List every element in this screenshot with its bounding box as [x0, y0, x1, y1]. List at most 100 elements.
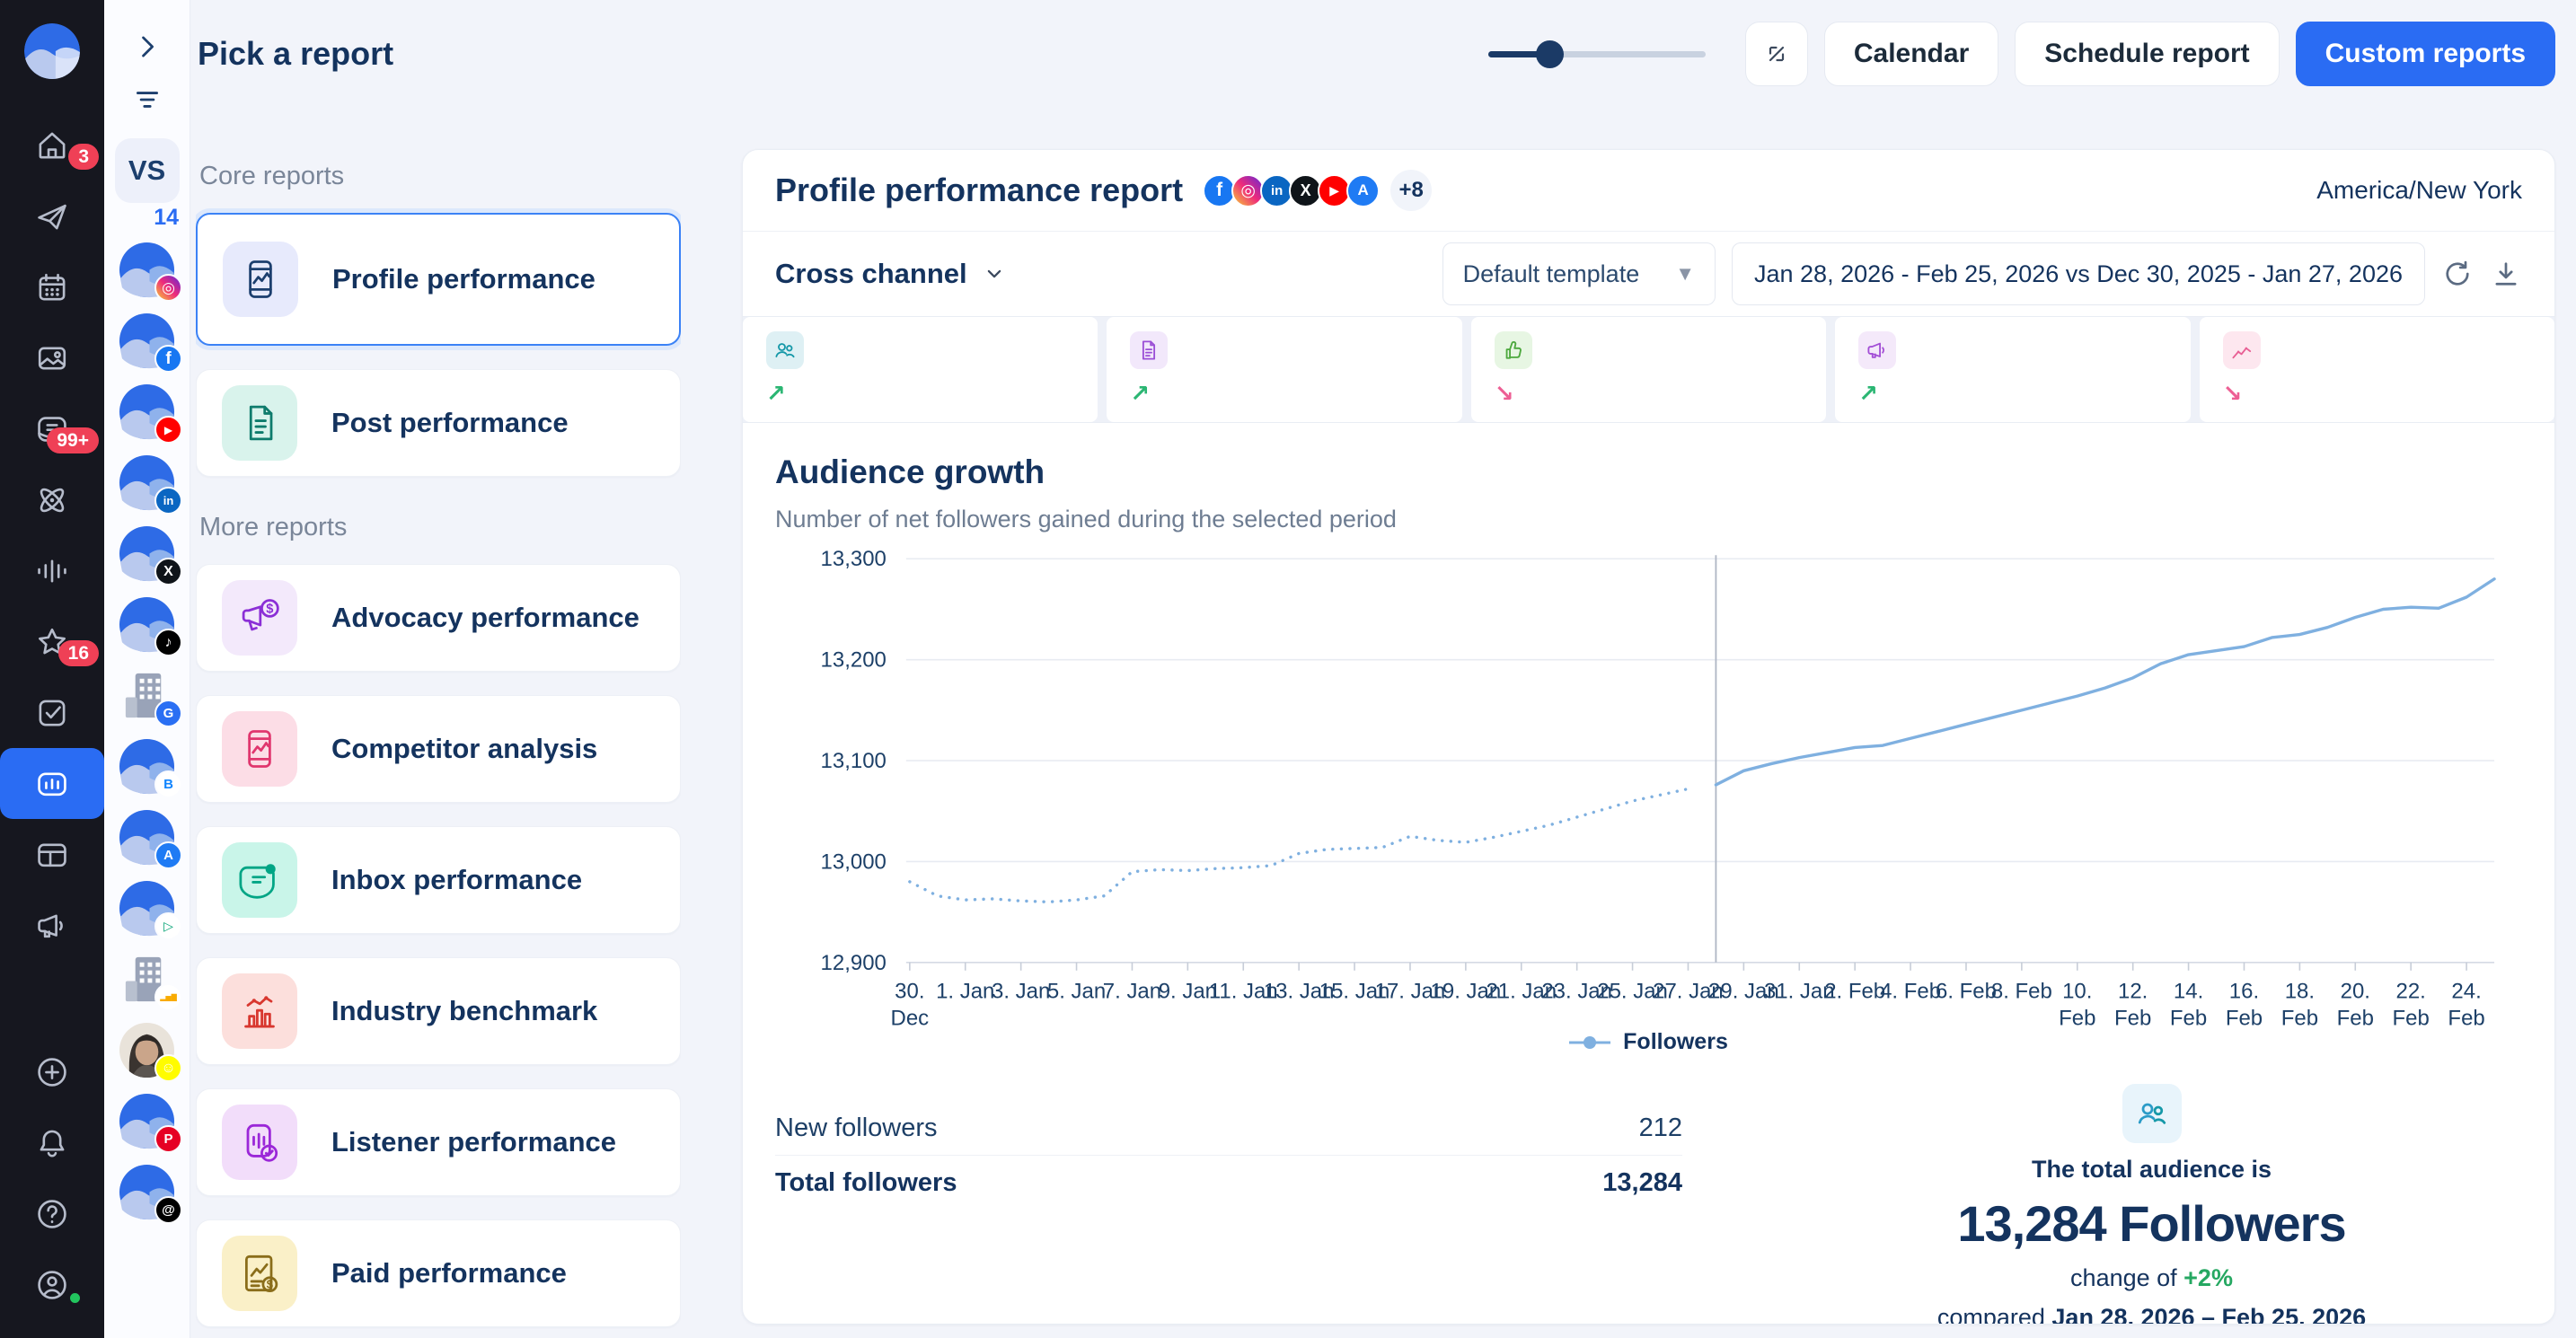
custom-reports-button[interactable]: Custom reports	[2296, 22, 2555, 86]
app-logo[interactable]	[24, 23, 80, 79]
download-icon[interactable]	[2490, 258, 2522, 290]
profile-avatar-x[interactable]: X	[119, 525, 175, 582]
sidebar-item-bell[interactable]	[0, 1107, 104, 1178]
zoom-slider[interactable]	[1488, 22, 1706, 86]
profile-avatar-appstore[interactable]: A	[119, 809, 175, 866]
table-row-value: 13,284	[1602, 1168, 1682, 1198]
trend-up-icon: ↗	[1858, 380, 1878, 408]
sidebar-item-inbox[interactable]: 99+	[0, 393, 104, 464]
youtube-badge-icon: ▶	[154, 416, 182, 444]
table-row-total-followers: Total followers13,284	[775, 1156, 1682, 1210]
report-list-item-post-performance[interactable]: Post performance	[196, 369, 681, 477]
metric-card-posts[interactable]: ↗	[1107, 317, 1461, 422]
sidebar-item-help[interactable]	[0, 1178, 104, 1249]
more-networks-chip[interactable]: +8	[1390, 170, 1432, 211]
phone-chart-icon-tile	[222, 711, 297, 787]
report-main-card: Profile performance report f◎inX▶A +8 Am…	[742, 149, 2555, 1325]
refresh-icon[interactable]	[2441, 258, 2474, 290]
sidebar-item-layout[interactable]	[0, 819, 104, 890]
profile-avatar-instagram[interactable]: ◎	[119, 242, 175, 298]
snapchat-badge-icon: ☺	[154, 1054, 182, 1082]
profile-avatar-bluesky[interactable]: B	[119, 738, 175, 795]
sidebar-item-image[interactable]	[0, 322, 104, 393]
trend-down-icon: ↘	[2223, 380, 2243, 408]
reports-panel: Core reportsProfile performancePost perf…	[196, 108, 681, 1338]
listener-icon	[236, 1119, 283, 1166]
svg-text:10.Feb: 10.Feb	[2059, 980, 2095, 1026]
date-range-picker[interactable]: Jan 28, 2026 - Feb 25, 2026 vs Dec 30, 2…	[1732, 242, 2425, 305]
sidebar-item-megaphone[interactable]	[0, 890, 104, 961]
sidebar-item-check-square[interactable]	[0, 677, 104, 748]
report-controls: Cross channel Default template ▼ Jan 28,…	[743, 232, 2554, 316]
metric-delta: ↗	[1858, 380, 2166, 408]
report-header: Profile performance report f◎inX▶A +8 Am…	[743, 150, 2554, 232]
report-list-item-competitor-analysis[interactable]: Competitor analysis	[196, 695, 681, 803]
collapse-panel-chevron-icon[interactable]	[131, 31, 163, 63]
filter-icon[interactable]	[132, 84, 163, 115]
report-list-item-listener-performance[interactable]: Listener performance	[196, 1088, 681, 1196]
report-item-label: Post performance	[331, 407, 569, 439]
sidebar-item-home[interactable]: 3	[0, 110, 104, 180]
report-item-label: Paid performance	[331, 1257, 567, 1290]
report-item-label: Competitor analysis	[331, 733, 597, 765]
channel-selector[interactable]: Cross channel	[775, 258, 1007, 290]
table-row-label: New followers	[775, 1114, 938, 1143]
svg-text:14.Feb: 14.Feb	[2170, 980, 2207, 1026]
schedule-report-button[interactable]: Schedule report	[2015, 22, 2279, 86]
profile-avatar-facebook[interactable]: f	[119, 312, 175, 369]
slider-thumb[interactable]	[1536, 40, 1564, 68]
threads-badge-icon: @	[154, 1196, 182, 1224]
profile-avatar-google-analytics[interactable]: ▂▅▇	[119, 951, 175, 1008]
sidebar-item-star[interactable]: 16	[0, 606, 104, 677]
report-list-item-industry-benchmark[interactable]: Industry benchmark	[196, 957, 681, 1065]
metric-card-followers[interactable]: ↗	[743, 317, 1098, 422]
metric-card-engagement[interactable]: ↘	[1471, 317, 1826, 422]
appstore-icon[interactable]: A	[1346, 174, 1380, 207]
svg-text:18.Feb: 18.Feb	[2281, 980, 2318, 1026]
profile-avatar-youtube[interactable]: ▶	[119, 383, 175, 440]
report-list-item-paid-performance[interactable]: $ Paid performance	[196, 1219, 681, 1327]
svg-text:13,200: 13,200	[821, 648, 887, 673]
sidebar-item-bar-chart[interactable]	[0, 748, 104, 819]
report-list-item-inbox-performance[interactable]: Inbox performance	[196, 826, 681, 934]
metric-delta: ↘	[2223, 380, 2531, 408]
check-square-icon	[33, 694, 71, 732]
bell-icon	[33, 1124, 71, 1162]
sidebar-item-account[interactable]	[0, 1249, 104, 1320]
followers-table: New followers212Total followers13,284	[775, 1102, 1682, 1210]
paid-icon-tile: $	[222, 1236, 297, 1311]
profile-avatar-snapchat[interactable]: ☺	[119, 1022, 175, 1078]
profile-avatar-googleplay[interactable]: ▷	[119, 880, 175, 937]
megaphone-icon-tile	[1858, 331, 1896, 369]
template-select-value: Default template	[1463, 260, 1640, 288]
table-row-new-followers: New followers212	[775, 1102, 1682, 1156]
expand-button[interactable]	[1745, 22, 1808, 86]
report-item-label: Listener performance	[331, 1126, 616, 1158]
svg-text:$: $	[267, 1278, 274, 1291]
inbox-perf-icon	[236, 857, 283, 903]
profile-avatar-linkedin[interactable]: in	[119, 454, 175, 511]
instagram-badge-icon: ◎	[154, 274, 182, 302]
metric-card-impressions[interactable]: ↘	[2200, 317, 2554, 422]
profile-avatar-pinterest[interactable]: P	[119, 1093, 175, 1149]
report-list-item-profile-performance[interactable]: Profile performance	[196, 213, 681, 346]
sidebar-item-paper-plane[interactable]	[0, 180, 104, 251]
sidebar-item-calendar[interactable]	[0, 251, 104, 322]
sidebar-item-audio-wave[interactable]	[0, 535, 104, 606]
profiles-list: ◎ f ▶ in X ♪ GBA ▷ ▂▅▇ ☺ P @	[119, 242, 175, 1220]
sidebar-item-plus-circle[interactable]	[0, 1036, 104, 1107]
users-icon-tile	[766, 331, 804, 369]
inbox-perf-icon-tile	[222, 842, 297, 918]
sidebar-item-atom[interactable]	[0, 464, 104, 535]
legend-item-followers[interactable]: Followers	[775, 1029, 2522, 1055]
svg-text:3. Jan: 3. Jan	[992, 980, 1050, 1004]
profile-avatar-tiktok[interactable]: ♪	[119, 596, 175, 653]
metric-card-awareness[interactable]: ↗	[1835, 317, 2190, 422]
profile-group-vs[interactable]: VS	[115, 138, 180, 203]
posts-icon-tile	[1130, 331, 1168, 369]
report-list-item-advocacy-performance[interactable]: $Advocacy performance	[196, 564, 681, 672]
template-select[interactable]: Default template ▼	[1442, 242, 1716, 305]
calendar-button[interactable]: Calendar	[1824, 22, 1998, 86]
profile-avatar-threads[interactable]: @	[119, 1164, 175, 1220]
profile-avatar-google-business[interactable]: G	[119, 667, 175, 724]
